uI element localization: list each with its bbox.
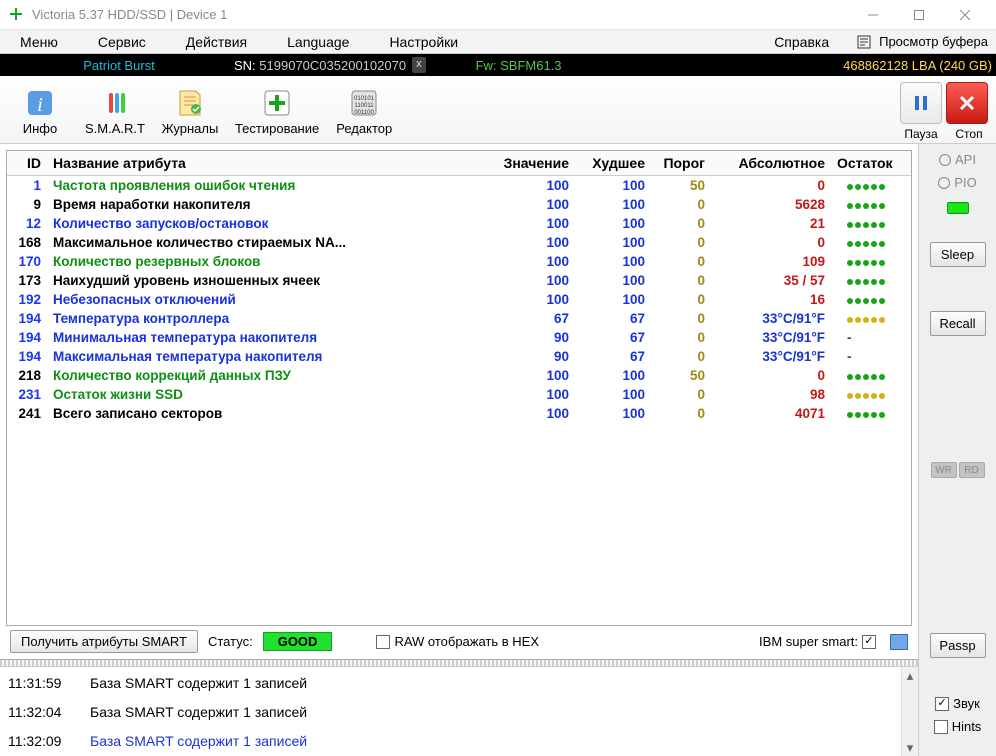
hints-checkbox[interactable]: Hints — [934, 719, 982, 734]
table-row[interactable]: 173Наихудший уровень изношенных ячеек100… — [7, 271, 911, 290]
col-threshold[interactable]: Порог — [651, 151, 711, 176]
table-row[interactable]: 241Всего записано секторов10010004071 — [7, 404, 911, 423]
sn-label: SN: — [234, 58, 256, 73]
device-model: Patriot Burst — [4, 58, 234, 73]
sn-value: 5199070C035200102070 — [259, 58, 406, 73]
log-row: 11:31:59База SMART содержит 1 записей — [2, 669, 916, 696]
table-row[interactable]: 12Количество запусков/остановок100100021 — [7, 214, 911, 233]
table-row[interactable]: 218Количество коррекций данных ПЗУ100100… — [7, 366, 911, 385]
status-badge: GOOD — [263, 632, 333, 651]
clear-sn-button[interactable]: x — [412, 57, 426, 73]
test-icon — [259, 85, 295, 121]
status-label: Статус: — [208, 634, 253, 649]
svg-text:001100: 001100 — [354, 110, 374, 116]
logs-icon — [172, 85, 208, 121]
right-panel: API PIO Sleep Recall WR RD Passp Звук Hi… — [918, 144, 996, 756]
tab-logs[interactable]: Журналы — [154, 79, 226, 141]
log-row: 11:32:04База SMART содержит 1 записей — [2, 698, 916, 725]
tab-test[interactable]: Тестирование — [228, 79, 326, 141]
smart-icon — [97, 85, 133, 121]
pause-icon — [912, 94, 930, 112]
tab-editor[interactable]: 010101110011001100 Редактор — [328, 79, 400, 141]
ibm-checkbox[interactable] — [862, 635, 876, 649]
scroll-up-icon[interactable]: ▴ — [902, 667, 918, 684]
title-bar: Victoria 5.37 HDD/SSD | Device 1 — [0, 0, 996, 30]
log-splitter[interactable] — [0, 659, 918, 666]
menu-item[interactable]: Действия — [166, 30, 267, 53]
pause-button[interactable] — [900, 82, 942, 124]
stop-button[interactable] — [946, 82, 988, 124]
close-button[interactable] — [942, 0, 988, 30]
col-value[interactable]: Значение — [498, 151, 575, 176]
tab-smart[interactable]: S.M.A.R.T — [78, 79, 152, 141]
scroll-down-icon[interactable]: ▾ — [902, 739, 918, 756]
info-icon: i — [22, 85, 58, 121]
table-row[interactable]: 1Частота проявления ошибок чтения1001005… — [7, 176, 911, 196]
table-row[interactable]: 194Температура контроллера6767033°C/91°F — [7, 309, 911, 328]
sleep-button[interactable]: Sleep — [930, 242, 986, 267]
toolbar: i Инфо S.M.A.R.T Журналы Тестирование 01… — [0, 76, 996, 144]
col-absolute[interactable]: Абсолютное — [711, 151, 831, 176]
maximize-button[interactable] — [896, 0, 942, 30]
menu-item[interactable]: Справка — [754, 30, 849, 53]
app-icon — [8, 7, 24, 23]
log-panel: 11:31:59База SMART содержит 1 записей11:… — [0, 666, 918, 756]
menu-item[interactable]: Сервис — [78, 30, 166, 53]
document-icon — [857, 35, 873, 49]
editor-icon: 010101110011001100 — [346, 85, 382, 121]
passp-button[interactable]: Passp — [930, 633, 986, 658]
status-led — [947, 202, 969, 214]
minimize-button[interactable] — [850, 0, 896, 30]
table-row[interactable]: 9Время наработки накопителя10010005628 — [7, 195, 911, 214]
tab-info[interactable]: i Инфо — [4, 79, 76, 141]
sound-checkbox[interactable]: Звук — [935, 696, 980, 711]
buffer-view-link[interactable]: Просмотр буфера — [849, 30, 996, 53]
recall-button[interactable]: Recall — [930, 311, 986, 336]
firmware: Fw: SBFM61.3 — [476, 58, 562, 73]
col-remaining[interactable]: Остаток — [831, 151, 911, 176]
close-icon — [959, 95, 975, 111]
api-radio[interactable]: API — [939, 152, 976, 167]
device-info-strip: Patriot Burst SN: 5199070C035200102070 x… — [0, 54, 996, 76]
table-row[interactable]: 231Остаток жизни SSD100100098 — [7, 385, 911, 404]
svg-text:110011: 110011 — [355, 103, 375, 109]
col-id[interactable]: ID — [7, 151, 47, 176]
menu-item[interactable]: Language — [267, 30, 369, 53]
menu-item[interactable]: Настройки — [369, 30, 478, 53]
svg-text:i: i — [37, 94, 43, 116]
menu-item[interactable]: Меню — [0, 30, 78, 53]
lba-info: 468862128 LBA (240 GB) — [843, 58, 992, 73]
svg-text:010101: 010101 — [354, 96, 375, 102]
col-name[interactable]: Название атрибута — [47, 151, 498, 176]
table-row[interactable]: 170Количество резервных блоков1001000109 — [7, 252, 911, 271]
wr-rd-indicator: WR RD — [931, 462, 985, 478]
get-smart-button[interactable]: Получить атрибуты SMART — [10, 630, 198, 653]
table-row[interactable]: 194Минимальная температура накопителя906… — [7, 328, 911, 347]
raw-hex-checkbox[interactable]: RAW отображать в HEX — [376, 634, 539, 649]
window-title: Victoria 5.37 HDD/SSD | Device 1 — [32, 7, 227, 22]
table-row[interactable]: 194Максимальная температура накопителя90… — [7, 347, 911, 366]
smart-table: ID Название атрибута Значение Худшее Пор… — [6, 150, 912, 626]
table-row[interactable]: 168Максимальное количество стираемых NA.… — [7, 233, 911, 252]
color-picker-button[interactable] — [890, 634, 908, 650]
status-row: Получить атрибуты SMART Статус: GOOD RAW… — [6, 626, 912, 653]
col-worst[interactable]: Худшее — [575, 151, 651, 176]
log-row: 11:32:09База SMART содержит 1 записей — [2, 727, 916, 754]
log-scrollbar[interactable]: ▴ ▾ — [901, 667, 918, 756]
menu-bar: Меню Сервис Действия Language Настройки … — [0, 30, 996, 54]
table-row[interactable]: 192Небезопасных отключений100100016 — [7, 290, 911, 309]
pio-radio[interactable]: PIO — [938, 175, 976, 190]
